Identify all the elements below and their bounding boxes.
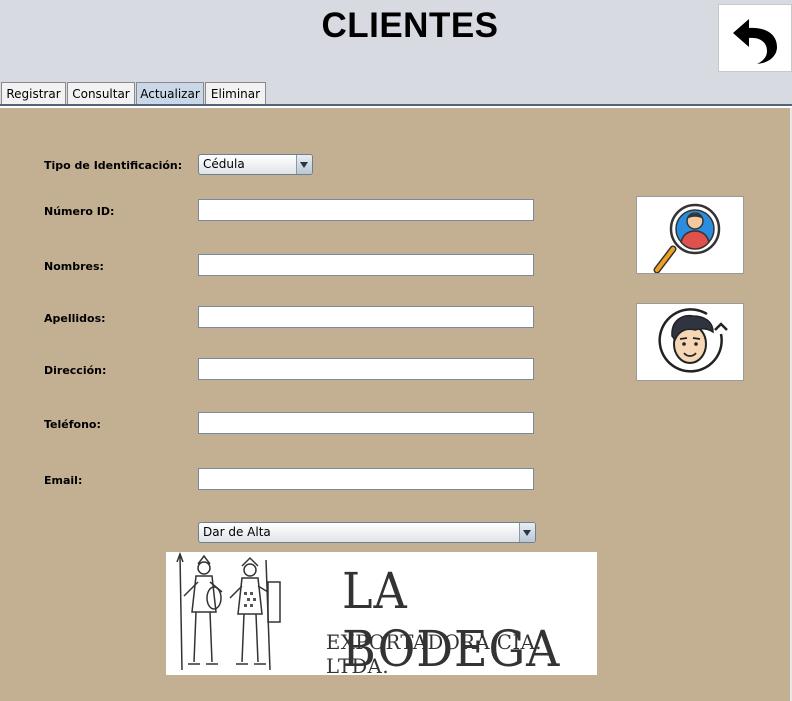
numero-id-label: Número ID: — [44, 205, 115, 218]
apellidos-label: Apellidos: — [44, 312, 106, 325]
telefono-field[interactable] — [198, 412, 534, 434]
estado-select[interactable]: Dar de Alta — [198, 522, 536, 543]
tipo-id-select[interactable]: Cédula — [198, 154, 313, 175]
chevron-down-icon — [296, 155, 312, 174]
company-logo: LA BODEGA EXPORTADORA CÍA. LTDA. — [166, 552, 597, 678]
nombres-label: Nombres: — [44, 260, 104, 273]
search-user-icon — [653, 203, 721, 274]
numero-id-field[interactable] — [198, 199, 534, 221]
direccion-label: Dirección: — [44, 364, 107, 377]
search-client-button[interactable] — [636, 196, 744, 274]
tab-eliminar[interactable]: Eliminar — [205, 82, 266, 104]
tab-actualizar[interactable]: Actualizar — [136, 82, 204, 104]
refresh-user-icon — [658, 308, 728, 373]
apellidos-field[interactable] — [198, 306, 534, 328]
refresh-client-button[interactable] — [636, 303, 744, 381]
telefono-label: Teléfono: — [44, 418, 101, 431]
tab-consultar[interactable]: Consultar — [67, 82, 135, 104]
back-arrow-icon — [733, 19, 777, 64]
email-label: Email: — [44, 474, 83, 487]
chevron-down-icon — [519, 523, 535, 542]
back-button[interactable] — [718, 4, 792, 72]
tab-registrar[interactable]: Registrar — [1, 82, 66, 104]
tipo-id-label: Tipo de Identificación: — [44, 159, 183, 172]
tipo-id-selected-value: Cédula — [203, 157, 245, 171]
tab-divider — [0, 104, 792, 106]
estado-selected-value: Dar de Alta — [203, 525, 271, 539]
page-title: CLIENTES — [321, 6, 499, 45]
email-field[interactable] — [198, 468, 534, 490]
direccion-field[interactable] — [198, 358, 534, 380]
warriors-illustration — [176, 552, 281, 671]
logo-subtitle: EXPORTADORA CÍA. LTDA. — [326, 630, 542, 678]
nombres-field[interactable] — [198, 254, 534, 276]
